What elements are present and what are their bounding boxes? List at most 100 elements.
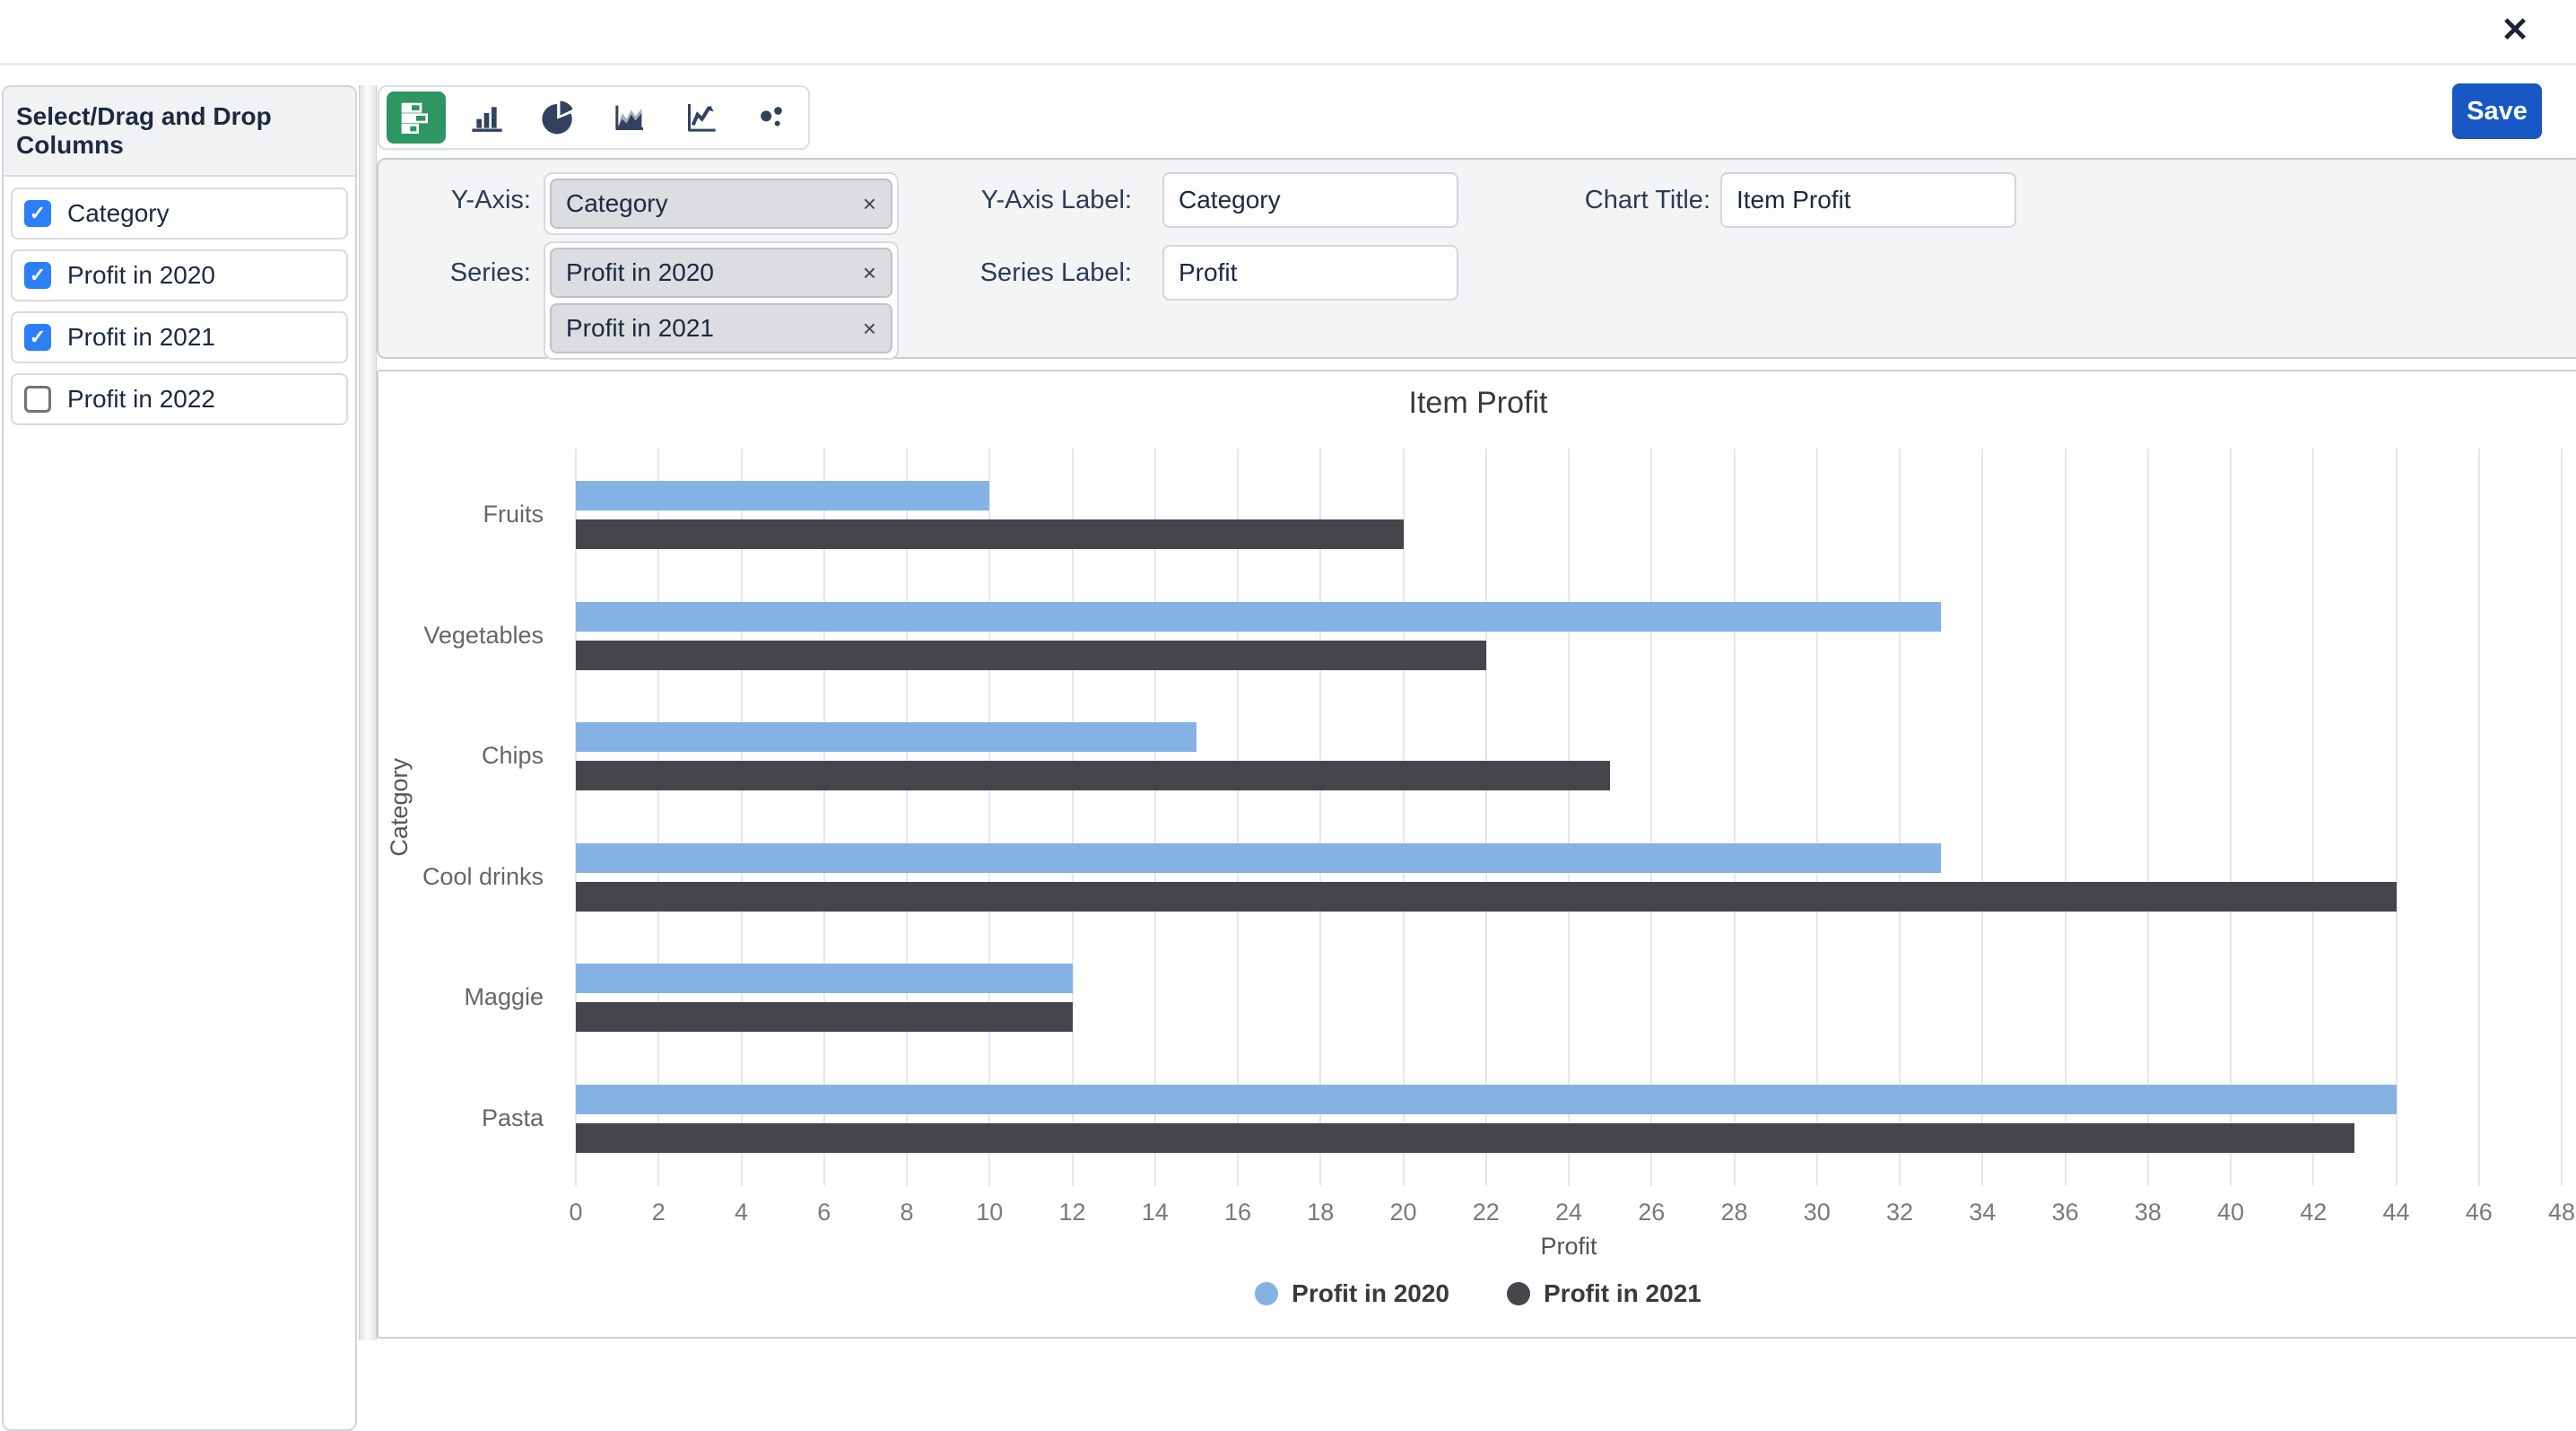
legend-marker-icon — [1507, 1282, 1530, 1305]
gridline — [1319, 449, 1321, 1186]
gridline — [1237, 449, 1239, 1186]
checked-checkbox[interactable]: ✓ — [24, 200, 51, 227]
panel-scrollbar[interactable] — [359, 85, 377, 1340]
bar-profit-in-2021 — [576, 1002, 1073, 1032]
column-item[interactable]: Profit in 2022 — [11, 373, 348, 425]
checked-checkbox[interactable]: ✓ — [24, 262, 51, 289]
gridline — [2478, 449, 2480, 1186]
bar-profit-in-2021 — [576, 641, 1486, 670]
x-tick-label: 10 — [953, 1199, 1025, 1226]
dialog-top-bar: ✕ — [0, 0, 2576, 65]
x-tick-label: 34 — [1946, 1199, 2018, 1226]
bar-profit-in-2021 — [576, 1123, 2354, 1153]
scatter-chart-icon[interactable] — [742, 92, 801, 144]
remove-chip-icon[interactable]: × — [863, 192, 876, 215]
series-label-input[interactable] — [1162, 245, 1458, 301]
column-selector-title: Select/Drag and Drop Columns — [4, 87, 355, 177]
x-tick-label: 16 — [1202, 1199, 1274, 1226]
bar-profit-in-2021 — [576, 761, 1610, 790]
x-axis-title: Profit — [576, 1233, 2562, 1261]
gridline — [1981, 449, 1983, 1186]
pie-chart-icon[interactable] — [528, 92, 587, 144]
horizontal-bar-chart-icon[interactable] — [387, 92, 446, 144]
column-selector-panel: Select/Drag and Drop Columns ✓ Category ✓ P… — [2, 85, 357, 1431]
legend-label: Profit in 2020 — [1292, 1279, 1449, 1308]
y-category-label: Maggie — [352, 983, 544, 1011]
column-item-label: Category — [67, 199, 170, 228]
column-item-label: Profit in 2021 — [67, 323, 215, 352]
column-chart-icon[interactable] — [457, 92, 517, 144]
x-tick-label: 42 — [2277, 1199, 2349, 1226]
chip-label: Profit in 2020 — [566, 258, 714, 287]
y-category-label: Vegetables — [352, 622, 544, 650]
bar-profit-in-2021 — [576, 519, 1404, 549]
y-category-label: Fruits — [352, 501, 544, 528]
x-tick-label: 26 — [1615, 1199, 1687, 1226]
x-tick-label: 2 — [622, 1199, 694, 1226]
x-tick-label: 30 — [1781, 1199, 1853, 1226]
x-tick-label: 6 — [788, 1199, 860, 1226]
y-axis-label-input[interactable] — [1162, 172, 1458, 228]
gridline — [2561, 449, 2563, 1186]
close-icon[interactable]: ✕ — [2493, 9, 2537, 52]
gridline — [823, 449, 825, 1186]
remove-chip-icon[interactable]: × — [863, 317, 876, 340]
column-item[interactable]: ✓ Category — [11, 188, 348, 240]
x-tick-label: 14 — [1119, 1199, 1191, 1226]
chart-title-field-label: Chart Title: — [1509, 172, 1710, 228]
gridline — [2312, 449, 2314, 1186]
gridline — [2065, 449, 2067, 1186]
unchecked-checkbox[interactable] — [24, 386, 51, 413]
column-item[interactable]: ✓ Profit in 2021 — [11, 311, 348, 363]
bar-profit-in-2020 — [576, 722, 1197, 752]
y-category-label: Chips — [352, 742, 544, 770]
bar-profit-in-2020 — [576, 481, 989, 510]
legend-marker-icon — [1255, 1282, 1278, 1305]
bar-profit-in-2020 — [576, 843, 1941, 873]
y-category-label: Pasta — [352, 1104, 544, 1132]
x-tick-label: 46 — [2443, 1199, 2515, 1226]
plot-area: 0246810121416182022242628303234363840424… — [576, 449, 2562, 1186]
remove-chip-icon[interactable]: × — [863, 261, 876, 284]
y-axis-field-label: Y-Axis: — [414, 172, 531, 228]
x-tick-label: 8 — [871, 1199, 943, 1226]
series-label-field-label: Series Label: — [935, 245, 1132, 301]
chart-type-toolbar — [378, 85, 810, 150]
chart-title: Item Profit — [379, 386, 2576, 421]
gridline — [988, 449, 990, 1186]
chip-label: Category — [566, 189, 668, 218]
gridline — [1403, 449, 1405, 1186]
legend-item: Profit in 2020 — [1255, 1279, 1449, 1308]
x-tick-label: 44 — [2361, 1199, 2432, 1226]
y-axis-chip-box[interactable]: Category × — [544, 172, 899, 235]
chart-config-form: Y-Axis: Category× Y-Axis Label: Chart Ti… — [377, 158, 2576, 359]
gridline — [1072, 449, 1074, 1186]
x-tick-label: 20 — [1368, 1199, 1440, 1226]
selected-column-chip[interactable]: Category × — [550, 179, 892, 229]
line-chart-icon[interactable] — [671, 92, 730, 144]
x-tick-label: 4 — [706, 1199, 778, 1226]
gridline — [2396, 449, 2398, 1186]
bar-profit-in-2020 — [576, 964, 1073, 993]
selected-column-chip[interactable]: Profit in 2020 × — [550, 248, 892, 298]
checked-checkbox[interactable]: ✓ — [24, 324, 51, 351]
gridline — [1734, 449, 1736, 1186]
gridline — [1154, 449, 1156, 1186]
chip-label: Profit in 2021 — [566, 314, 714, 343]
gridline — [1650, 449, 1652, 1186]
x-tick-label: 40 — [2195, 1199, 2267, 1226]
area-chart-icon[interactable] — [600, 92, 659, 144]
bar-profit-in-2020 — [576, 602, 1941, 632]
series-chip-box[interactable]: Profit in 2020 × Profit in 2021 × — [544, 241, 899, 360]
chart-title-input[interactable] — [1720, 172, 2016, 228]
selected-column-chip[interactable]: Profit in 2021 × — [550, 303, 892, 353]
gridline — [741, 449, 743, 1186]
x-tick-label: 24 — [1533, 1199, 1605, 1226]
x-tick-label: 28 — [1699, 1199, 1771, 1226]
save-button[interactable]: Save — [2452, 83, 2542, 139]
y-axis-title: Category — [386, 758, 413, 857]
legend-label: Profit in 2021 — [1544, 1279, 1701, 1308]
gridline — [1485, 449, 1487, 1186]
column-item-label: Profit in 2020 — [67, 261, 215, 290]
column-item[interactable]: ✓ Profit in 2020 — [11, 249, 348, 301]
